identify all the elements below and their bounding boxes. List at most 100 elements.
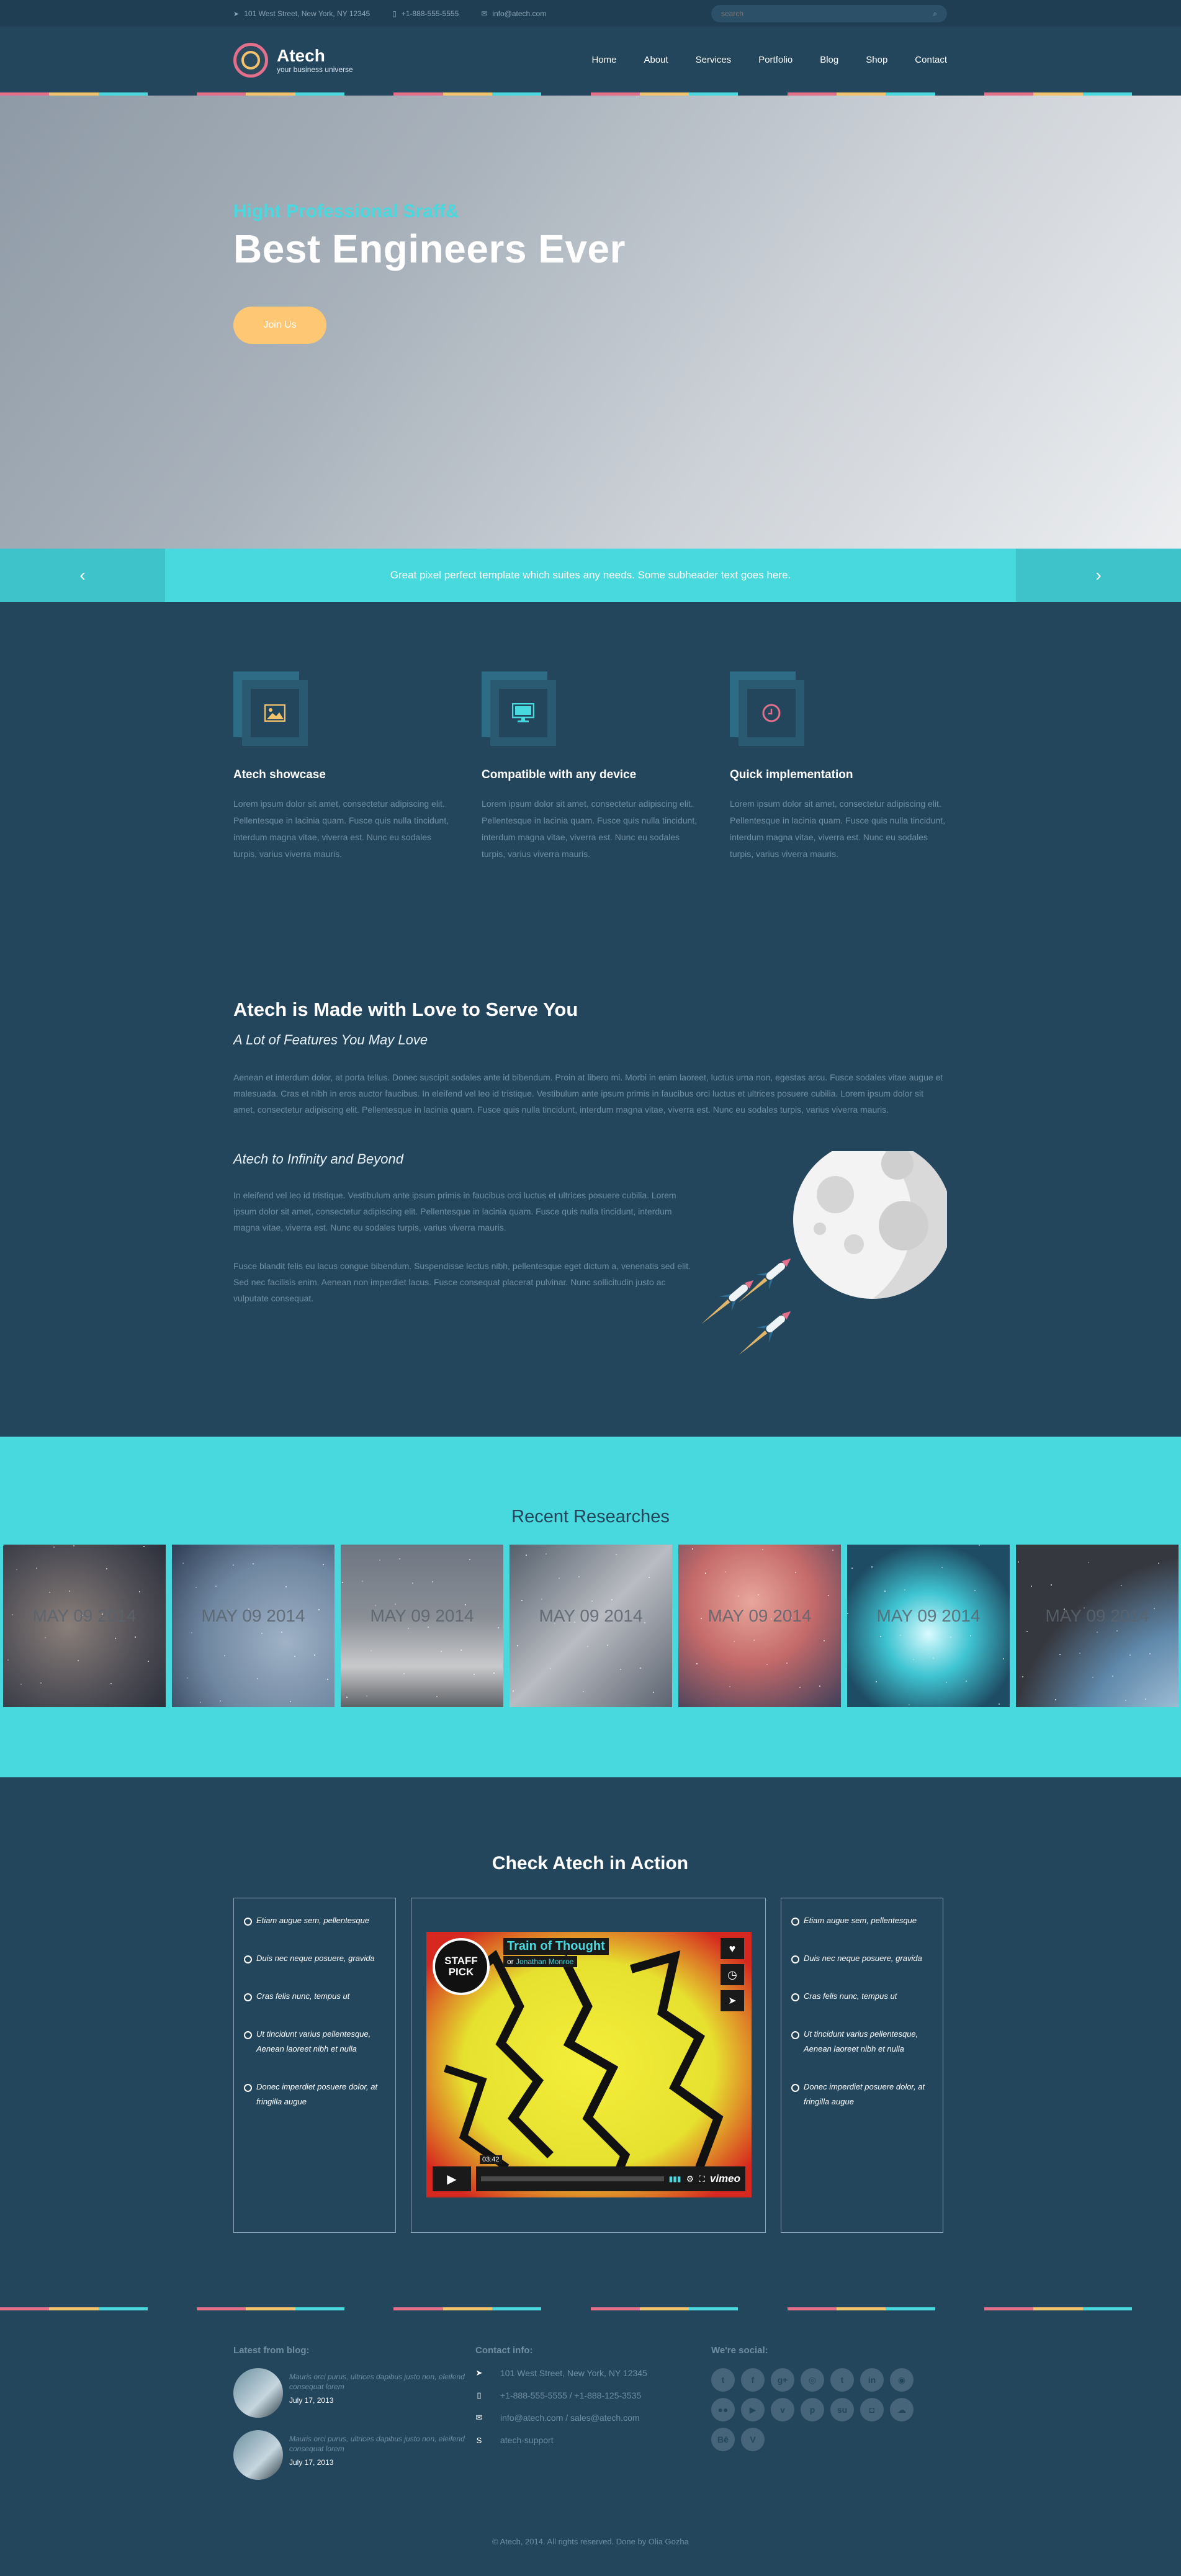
contact-email-link[interactable]: info@atech.com / sales@atech.com xyxy=(500,2413,640,2423)
stumbleupon-icon[interactable]: su xyxy=(830,2398,854,2421)
linkedin-icon[interactable]: in xyxy=(860,2368,884,2392)
dribbble-icon[interactable]: ◎ xyxy=(801,2368,824,2392)
star-dot xyxy=(370,1650,372,1651)
contact-address-text: 101 West Street, New York, NY 12345 xyxy=(500,2368,647,2378)
star-dot xyxy=(69,1591,70,1592)
pinterest-icon[interactable]: p xyxy=(801,2398,824,2421)
research-tile[interactable]: MAY 09 2014 xyxy=(172,1545,335,1707)
googleplus-icon[interactable]: g+ xyxy=(771,2368,794,2392)
vimeo-logo[interactable]: vimeo xyxy=(710,2173,740,2185)
video-author-link[interactable]: Jonathan Monroe xyxy=(516,1957,573,1966)
rocket-icon xyxy=(701,1280,754,1324)
nav-blog[interactable]: Blog xyxy=(820,55,838,65)
star-dot xyxy=(871,1566,873,1568)
staff-pick-badge: STAFF PICK xyxy=(433,1938,490,1995)
search-icon[interactable]: ⌕ xyxy=(933,9,937,19)
star-dot xyxy=(705,1573,706,1574)
star-dot xyxy=(851,1568,853,1569)
star-dot xyxy=(546,1553,547,1555)
contact-skype-link[interactable]: atech-support xyxy=(500,2435,554,2445)
settings-icon[interactable]: ⚙ xyxy=(686,2174,694,2184)
star-dot xyxy=(16,1569,17,1570)
star-dot xyxy=(366,1695,367,1697)
youtube-icon[interactable]: ▶ xyxy=(741,2398,765,2421)
vimeo-video-player[interactable]: STAFF PICK Train of Thought or Jonathan … xyxy=(426,1932,752,2197)
star-dot xyxy=(933,1658,934,1659)
post-excerpt[interactable]: Mauris orci purus, ultrices dapibus just… xyxy=(289,2434,475,2454)
star-dot xyxy=(469,1559,470,1560)
stripe-segment xyxy=(738,2307,788,2310)
vine-icon[interactable]: V xyxy=(741,2428,765,2451)
contact-email[interactable]: ✉ info@atech.com / sales@atech.com xyxy=(475,2413,711,2423)
stripe-segment xyxy=(98,2307,148,2310)
watch-later-icon[interactable]: ◷ xyxy=(721,1964,744,1985)
contact-skype[interactable]: S atech-support xyxy=(475,2435,711,2445)
play-icon[interactable]: ▶ xyxy=(433,2166,471,2191)
feature-quick: Quick implementation Lorem ipsum dolor s… xyxy=(730,671,947,863)
nav-home[interactable]: Home xyxy=(591,55,616,65)
facebook-icon[interactable]: f xyxy=(741,2368,765,2392)
nav-shop[interactable]: Shop xyxy=(866,55,887,65)
twitter-icon[interactable]: t xyxy=(711,2368,735,2392)
blog-post[interactable]: Mauris orci purus, ultrices dapibus just… xyxy=(233,2368,475,2418)
search-input[interactable] xyxy=(721,9,933,18)
location-icon: ➤ xyxy=(475,2368,483,2377)
feature-showcase: Atech showcase Lorem ipsum dolor sit ame… xyxy=(233,671,451,863)
video-title[interactable]: Train of Thought xyxy=(503,1938,609,1955)
research-tile[interactable]: MAY 09 2014 xyxy=(847,1545,1010,1707)
nav-services[interactable]: Services xyxy=(696,55,732,65)
vimeo-icon[interactable]: v xyxy=(771,2398,794,2421)
footer-social-title: We're social: xyxy=(711,2345,768,2356)
footer-social: We're social: t f g+ ◎ t in ◉ ●● ▶ v p su ◘ ☁ Bē V xyxy=(711,2345,947,2492)
prev-arrow-icon[interactable]: ‹ xyxy=(0,549,165,602)
feature-list-right: Etiam augue sem, pellentesque Duis nec n… xyxy=(781,1898,943,2233)
nav-portfolio[interactable]: Portfolio xyxy=(758,55,793,65)
email-link[interactable]: info@atech.com xyxy=(492,9,546,18)
topbar-email[interactable]: ✉ info@atech.com xyxy=(481,9,546,18)
feature-icon-frame xyxy=(730,671,804,746)
research-date: MAY 09 2014 xyxy=(370,1606,474,1625)
post-thumbnail[interactable] xyxy=(233,2368,283,2418)
logo-icon[interactable] xyxy=(233,42,268,78)
star-dot xyxy=(182,1563,184,1564)
star-dot xyxy=(290,1701,291,1702)
next-arrow-icon[interactable]: › xyxy=(1016,549,1181,602)
star-dot xyxy=(257,1678,258,1679)
tumblr-icon[interactable]: t xyxy=(830,2368,854,2392)
share-icon[interactable]: ➤ xyxy=(721,1990,744,2011)
video-byline: or Jonathan Monroe xyxy=(503,1956,578,1967)
behance-icon[interactable]: Bē xyxy=(711,2428,735,2451)
research-tile[interactable]: MAY 09 2014 xyxy=(1016,1545,1179,1707)
nav-contact[interactable]: Contact xyxy=(915,55,947,65)
star-dot xyxy=(1092,1677,1093,1678)
research-tile[interactable]: MAY 09 2014 xyxy=(510,1545,672,1707)
github-icon[interactable]: ◉ xyxy=(890,2368,914,2392)
star-dot xyxy=(1051,1584,1052,1586)
subheader-slider: ‹ Great pixel perfect template which sui… xyxy=(0,549,1181,602)
join-us-button[interactable]: Join Us xyxy=(233,307,326,344)
research-tile[interactable]: MAY 09 2014 xyxy=(678,1545,841,1707)
nav-about[interactable]: About xyxy=(644,55,668,65)
research-tile[interactable]: MAY 09 2014 xyxy=(341,1545,503,1707)
blog-post[interactable]: Mauris orci purus, ultrices dapibus just… xyxy=(233,2430,475,2480)
star-dot xyxy=(493,1672,495,1674)
star-dot xyxy=(616,1554,617,1555)
like-icon[interactable]: ♥ xyxy=(721,1938,744,1959)
infinity-paragraph: In eleifend vel leo id tristique. Vestib… xyxy=(233,1190,676,1232)
post-thumbnail[interactable] xyxy=(233,2430,283,2480)
post-excerpt[interactable]: Mauris orci purus, ultrices dapibus just… xyxy=(289,2372,475,2392)
flickr-icon[interactable]: ●● xyxy=(711,2398,735,2421)
video-progress-bar[interactable]: ▮▮▮ ⚙ ⛶ vimeo 03:42 xyxy=(476,2155,745,2191)
star-dot xyxy=(611,1599,613,1600)
stripe-segment xyxy=(442,2307,492,2310)
star-dot xyxy=(583,1691,584,1692)
volume-icon[interactable]: ▮▮▮ xyxy=(669,2174,681,2183)
moon-icon xyxy=(793,1140,952,1299)
soundcloud-icon[interactable]: ☁ xyxy=(890,2398,914,2421)
logo[interactable]: Atech your business universe xyxy=(277,46,353,74)
research-tile[interactable]: MAY 09 2014 xyxy=(3,1545,166,1707)
social-icons: t f g+ ◎ t in ◉ ●● ▶ v p su ◘ ☁ Bē V xyxy=(711,2368,922,2451)
fullscreen-icon[interactable]: ⛶ xyxy=(699,2174,705,2184)
instagram-icon[interactable]: ◘ xyxy=(860,2398,884,2421)
topbar-phone: ▯ +1-888-555-5555 xyxy=(392,9,459,18)
